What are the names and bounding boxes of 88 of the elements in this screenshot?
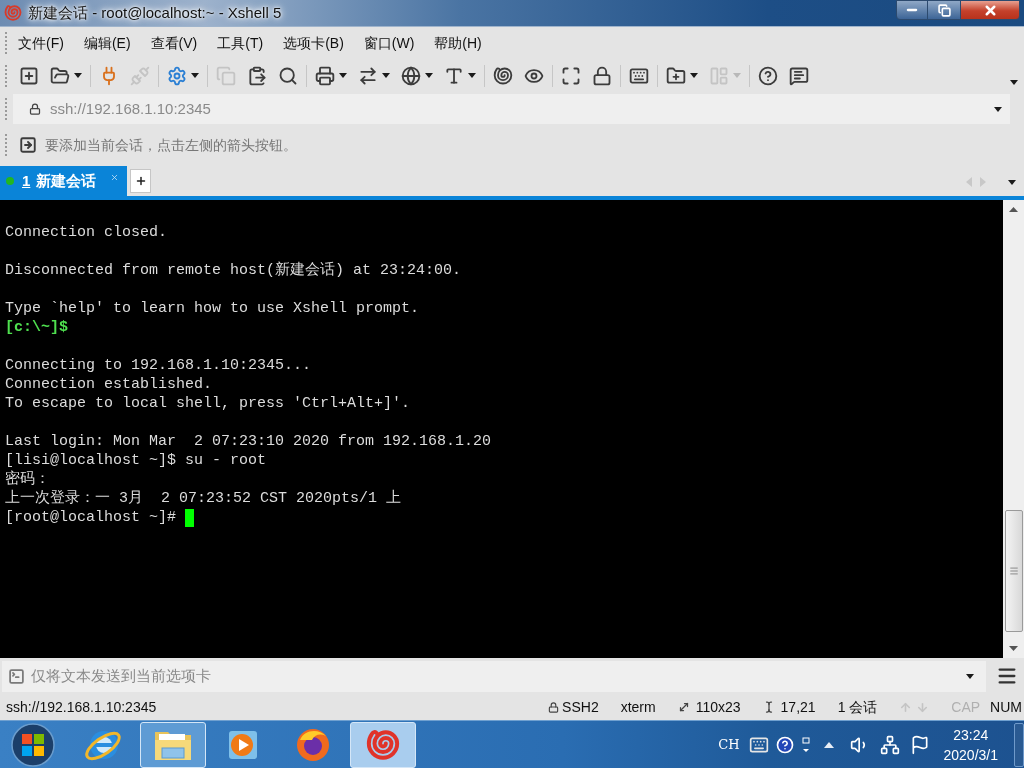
menu-item[interactable]: 编辑(E)	[79, 33, 135, 53]
window-arrow-icon[interactable]	[801, 736, 810, 753]
status-text: 1 会话	[837, 697, 878, 717]
scrollbar-track[interactable]	[1003, 200, 1024, 658]
caret-icon[interactable]	[966, 673, 974, 679]
globe-icon[interactable]	[401, 65, 421, 86]
status-text: xterm	[620, 697, 656, 717]
shell-icon	[366, 727, 400, 762]
terminal-line: Last login: Mon Mar 2 07:23:10 2020 from 192.168.1.20	[5, 432, 492, 451]
search-icon[interactable]	[278, 65, 298, 86]
grip-handle[interactable]	[5, 64, 7, 87]
caret-icon[interactable]	[191, 73, 199, 78]
lock-icon	[29, 103, 41, 115]
menu-item[interactable]: 帮助(H)	[430, 33, 486, 53]
menu-item[interactable]: 工具(T)	[213, 33, 268, 53]
arrow-square-icon[interactable]	[19, 136, 37, 154]
menu-item[interactable]: 选项卡(B)	[279, 33, 348, 53]
scroll-up-arrow-icon[interactable]	[1009, 207, 1018, 212]
status-text: 17,21	[780, 697, 816, 717]
font-icon[interactable]	[444, 65, 464, 86]
caret-icon[interactable]	[339, 73, 347, 78]
menu-item[interactable]: 文件(F)	[14, 33, 68, 53]
menu-icon[interactable]	[996, 665, 1018, 687]
close-button[interactable]	[960, 0, 1020, 20]
clock-date[interactable]: 2020/3/1	[943, 744, 998, 765]
terminal-line: [root@localhost ~]#	[5, 508, 177, 527]
printer-icon[interactable]	[315, 65, 335, 86]
grip-handle[interactable]	[5, 98, 7, 120]
caret-icon[interactable]	[425, 73, 433, 78]
new-tab-button[interactable]	[130, 169, 152, 193]
terminal-line: To escape to local shell, press 'Ctrl+Alt+]'.	[5, 394, 411, 413]
shell-icon[interactable]	[493, 65, 513, 86]
clock-time[interactable]: 23:24	[953, 724, 989, 745]
grip-lines-icon	[1008, 566, 1019, 576]
terminal-line: 密码：	[5, 470, 50, 489]
folder-plus-icon[interactable]	[666, 65, 686, 86]
plus-square-icon[interactable]	[19, 65, 39, 86]
terminal-line: Type `help' to learn how to use Xshell prompt.	[5, 299, 420, 318]
transfer-arrows-icon[interactable]	[358, 65, 378, 86]
hint-text: 要添加当前会话，点击左侧的箭头按钮。	[45, 135, 297, 155]
expand-corners-icon[interactable]	[561, 65, 581, 86]
caret-icon[interactable]	[1008, 179, 1016, 185]
terminal-line: 上一次登录：一 3月 2 07:23:52 CST 2020pts/1 上	[5, 489, 402, 508]
terminal-line: Disconnected from remote host(新建会话) at 23:24:00.	[5, 261, 462, 280]
restore-icon	[937, 3, 951, 17]
restore-button[interactable]	[928, 0, 960, 20]
key-indicator: NUM	[990, 697, 1022, 717]
network-icon[interactable]	[879, 734, 900, 755]
grip-handle[interactable]	[5, 134, 7, 156]
status-address: ssh://192.168.1.10:2345	[6, 697, 157, 717]
plus-icon	[134, 175, 147, 187]
local-prompt: [c:\~]$	[5, 318, 68, 337]
caret-icon[interactable]	[74, 73, 82, 78]
scrollbar-thumb[interactable]	[1004, 510, 1023, 632]
compose-field[interactable]: 仅将文本发送到当前选项卡	[2, 660, 986, 692]
show-desktop-button[interactable]	[1014, 722, 1024, 767]
keyboard-icon[interactable]	[629, 65, 649, 86]
session-tab[interactable]: 1 新建会话	[0, 166, 128, 196]
caret-icon[interactable]	[382, 73, 390, 78]
window-title: 新建会话 - root@localhost:~ - Xshell 5	[28, 3, 282, 23]
terminal-line: Connection closed.	[5, 223, 168, 242]
terminal-prompt-icon	[8, 667, 25, 685]
caret-icon[interactable]	[994, 106, 1002, 112]
minimize-button[interactable]	[896, 0, 928, 20]
start-orb-icon[interactable]	[11, 722, 55, 767]
terminal-line: Connecting to 192.168.1.10:2345...	[5, 356, 312, 375]
terminal-line: [lisi@localhost ~]$ su - root	[5, 451, 267, 470]
resize-arrows-icon	[677, 701, 690, 713]
taskbar-button[interactable]	[350, 721, 416, 768]
caret-icon[interactable]	[1010, 80, 1018, 85]
status-text: 110x23	[695, 697, 741, 717]
lock-icon[interactable]	[592, 65, 612, 86]
chat-bubble-icon[interactable]	[789, 65, 809, 86]
scroll-down-arrow-icon[interactable]	[1009, 646, 1018, 651]
caret-icon[interactable]	[468, 73, 476, 78]
taskbar-button[interactable]	[140, 721, 206, 768]
language-indicator[interactable]: CH	[718, 734, 740, 755]
status-text: SSH2	[562, 697, 599, 717]
open-folder-icon[interactable]	[50, 65, 70, 86]
paste-icon[interactable]	[247, 65, 267, 86]
terminal-line: Connection established.	[5, 375, 213, 394]
caret-icon[interactable]	[690, 73, 698, 78]
help-icon[interactable]	[758, 65, 778, 86]
grip-handle[interactable]	[5, 32, 7, 54]
tray-expand-arrow-icon[interactable]	[823, 741, 834, 748]
lock-icon	[548, 701, 560, 713]
menu-item[interactable]: 窗口(W)	[359, 33, 419, 53]
menu-item[interactable]: 查看(V)	[146, 33, 202, 53]
